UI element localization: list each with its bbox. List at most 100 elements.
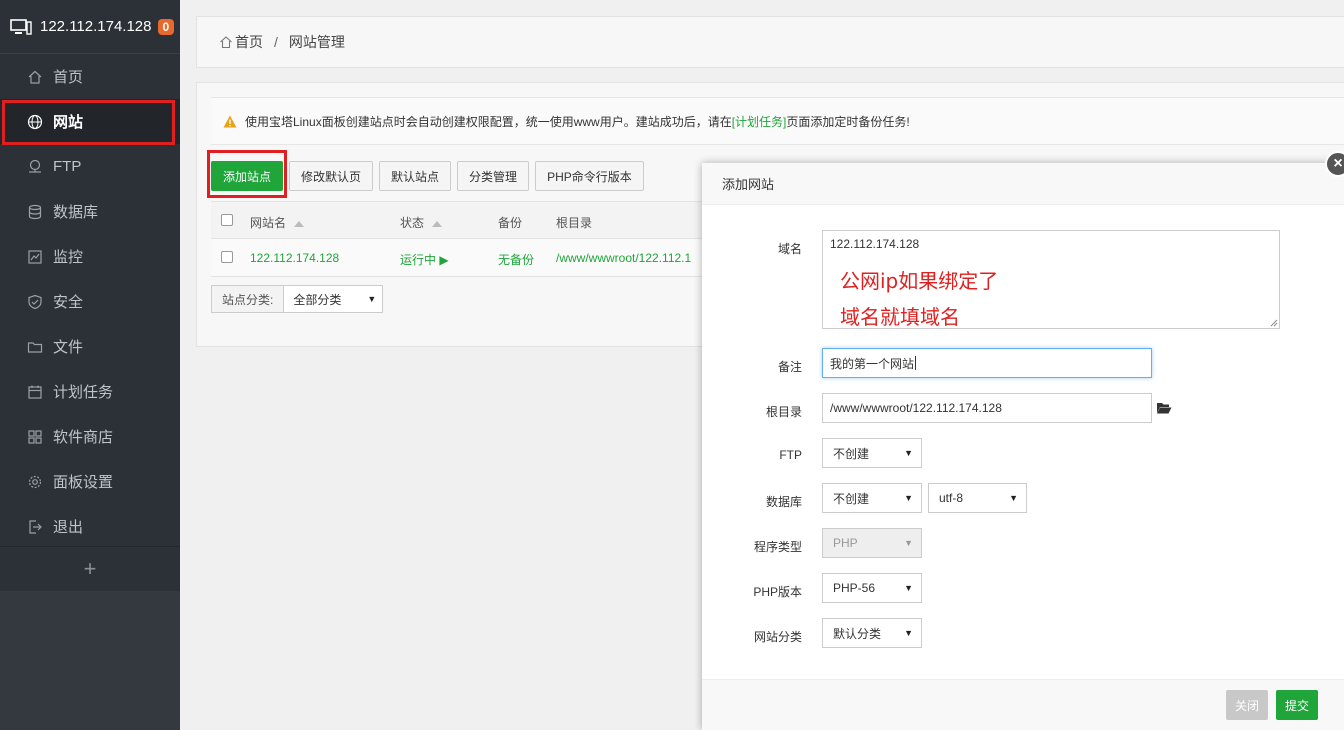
database-label: 数据库 xyxy=(765,495,802,509)
close-icon[interactable]: × xyxy=(1325,151,1344,177)
col-backup-header: 备份 xyxy=(498,216,523,230)
breadcrumb-current: 网站管理 xyxy=(288,34,345,50)
modify-default-page-button[interactable]: 修改默认页 xyxy=(289,161,374,191)
submit-button[interactable]: 提交 xyxy=(1276,690,1319,720)
caret-down-icon: ▼ xyxy=(904,448,913,458)
calendar-icon xyxy=(27,384,43,400)
home-icon xyxy=(220,36,232,49)
highlight-box xyxy=(2,100,175,145)
sidebar-item-store[interactable]: 软件商店 xyxy=(0,414,180,459)
caret-down-icon: ▼ xyxy=(904,493,913,503)
folder-open-icon[interactable] xyxy=(1156,401,1172,415)
breadcrumb: 首页 / 网站管理 xyxy=(196,16,1344,68)
program-type-select: PHP ▼ xyxy=(822,528,922,558)
sidebar-add-button[interactable]: + xyxy=(0,546,180,591)
warning-icon xyxy=(223,115,237,127)
site-name-link[interactable]: 122.112.174.128 xyxy=(250,251,339,265)
site-root[interactable]: /www/wwwroot/122.112.1 xyxy=(556,251,691,265)
program-type-label: 程序类型 xyxy=(753,540,802,554)
sidebar-item-cron[interactable]: 计划任务 xyxy=(0,369,180,414)
sidebar-item-monitor[interactable]: 监控 xyxy=(0,234,180,279)
sidebar-item-label: 首页 xyxy=(53,69,84,86)
sidebar-item-label: 数据库 xyxy=(53,204,99,221)
ftp-select[interactable]: 不创建 ▼ xyxy=(822,438,922,468)
root-value: /www/wwwroot/122.112.174.128 xyxy=(830,401,1002,415)
domain-value: 122.112.174.128 xyxy=(830,237,920,251)
sidebar-item-website[interactable]: 网站 xyxy=(0,99,180,145)
monitor-icon xyxy=(27,249,43,265)
server-ip: 122.112.174.128 xyxy=(40,18,152,35)
sort-up-icon xyxy=(294,220,305,227)
caret-down-icon: ▼ xyxy=(1009,493,1018,503)
row-checkbox[interactable] xyxy=(221,251,233,263)
site-category-label: 网站分类 xyxy=(753,630,802,644)
grid-icon xyxy=(27,429,43,445)
shield-icon xyxy=(27,294,43,310)
alert-text: 使用宝塔Linux面板创建站点时会自动创建权限配置，统一使用www用户。建站成功… xyxy=(245,114,732,129)
sidebar-item-security[interactable]: 安全 xyxy=(0,279,180,324)
database-icon xyxy=(27,204,43,220)
charset-select[interactable]: utf-8 ▼ xyxy=(928,483,1027,513)
close-button[interactable]: 关闭 xyxy=(1226,690,1269,720)
col-status-label: 状态 xyxy=(400,216,425,230)
sidebar-item-logout[interactable]: 退出 xyxy=(0,504,180,549)
sort-up-icon xyxy=(432,220,443,227)
col-name-label: 网站名 xyxy=(250,216,287,230)
database-select-value: 不创建 xyxy=(833,491,870,506)
notification-badge[interactable]: 0 xyxy=(157,18,175,35)
domain-label: 域名 xyxy=(777,242,802,256)
toolbar: 添加站点 修改默认页 默认站点 分类管理 PHP命令行版本 xyxy=(207,150,644,198)
dialog-title: 添加网站 xyxy=(702,163,1344,205)
sidebar-item-home[interactable]: 首页 xyxy=(0,54,180,99)
col-status-header[interactable]: 状态 xyxy=(400,214,443,231)
folder-icon xyxy=(27,339,43,355)
remark-value: 我的第一个网站 xyxy=(830,356,915,371)
text-cursor xyxy=(915,356,917,370)
sidebar-nav: 首页 网站 FTP 数据库 监控 安全 文件 计划任务 软件商店 面板设置 退出 xyxy=(0,54,180,549)
add-site-wrap: 添加站点 xyxy=(207,150,287,198)
sidebar-footer: + xyxy=(0,546,180,730)
php-version-select[interactable]: PHP-56 ▼ xyxy=(822,573,922,603)
default-site-button[interactable]: 默认站点 xyxy=(379,161,452,191)
select-all-checkbox[interactable] xyxy=(221,214,233,226)
ftp-select-value: 不创建 xyxy=(833,446,870,461)
sidebar-item-settings[interactable]: 面板设置 xyxy=(0,459,180,504)
breadcrumb-home[interactable]: 首页 xyxy=(235,32,263,52)
cron-link[interactable]: [计划任务] xyxy=(732,113,787,130)
category-select-value: 全部分类 xyxy=(293,292,342,307)
annotation-line2: 域名就填域名 xyxy=(840,305,960,329)
add-site-button[interactable]: 添加站点 xyxy=(211,161,284,191)
col-root-header: 根目录 xyxy=(556,216,593,230)
annotation-line1: 公网ip如果绑定了 xyxy=(840,269,999,293)
remark-input[interactable]: 我的第一个网站 xyxy=(822,348,1152,378)
sidebar-item-ftp[interactable]: FTP xyxy=(0,144,180,189)
sidebar-item-database[interactable]: 数据库 xyxy=(0,189,180,234)
sidebar-item-label: FTP xyxy=(53,158,82,175)
database-select[interactable]: 不创建 ▼ xyxy=(822,483,922,513)
sidebar-item-files[interactable]: 文件 xyxy=(0,324,180,369)
sidebar: 122.112.174.128 0 首页 网站 FTP 数据库 监控 安全 文件… xyxy=(0,0,180,730)
root-input[interactable]: /www/wwwroot/122.112.174.128 xyxy=(822,393,1152,423)
site-status[interactable]: 运行中 ▶ xyxy=(400,251,449,268)
sidebar-item-label: 面板设置 xyxy=(53,474,114,491)
sidebar-item-label: 文件 xyxy=(53,339,84,356)
site-category-select[interactable]: 默认分类 ▼ xyxy=(822,618,922,648)
site-backup[interactable]: 无备份 xyxy=(498,251,534,268)
remark-label: 备注 xyxy=(777,360,802,374)
gear-icon xyxy=(27,474,43,490)
caret-down-icon: ▼ xyxy=(904,538,913,548)
php-version-label: PHP版本 xyxy=(753,585,802,599)
php-cli-version-button[interactable]: PHP命令行版本 xyxy=(535,161,644,191)
php-version-value: PHP-56 xyxy=(833,581,876,595)
sidebar-item-label: 安全 xyxy=(53,294,84,311)
category-manage-button[interactable]: 分类管理 xyxy=(457,161,530,191)
sidebar-item-label: 退出 xyxy=(53,519,84,536)
caret-down-icon: ▼ xyxy=(367,294,377,304)
category-select[interactable]: 全部分类 ▼ xyxy=(284,286,382,312)
program-type-value: PHP xyxy=(833,536,858,550)
col-name-header[interactable]: 网站名 xyxy=(250,214,305,231)
ftp-icon xyxy=(27,159,43,175)
root-label: 根目录 xyxy=(765,405,802,419)
server-header: 122.112.174.128 0 xyxy=(0,0,180,54)
ftp-label: FTP xyxy=(779,448,802,462)
